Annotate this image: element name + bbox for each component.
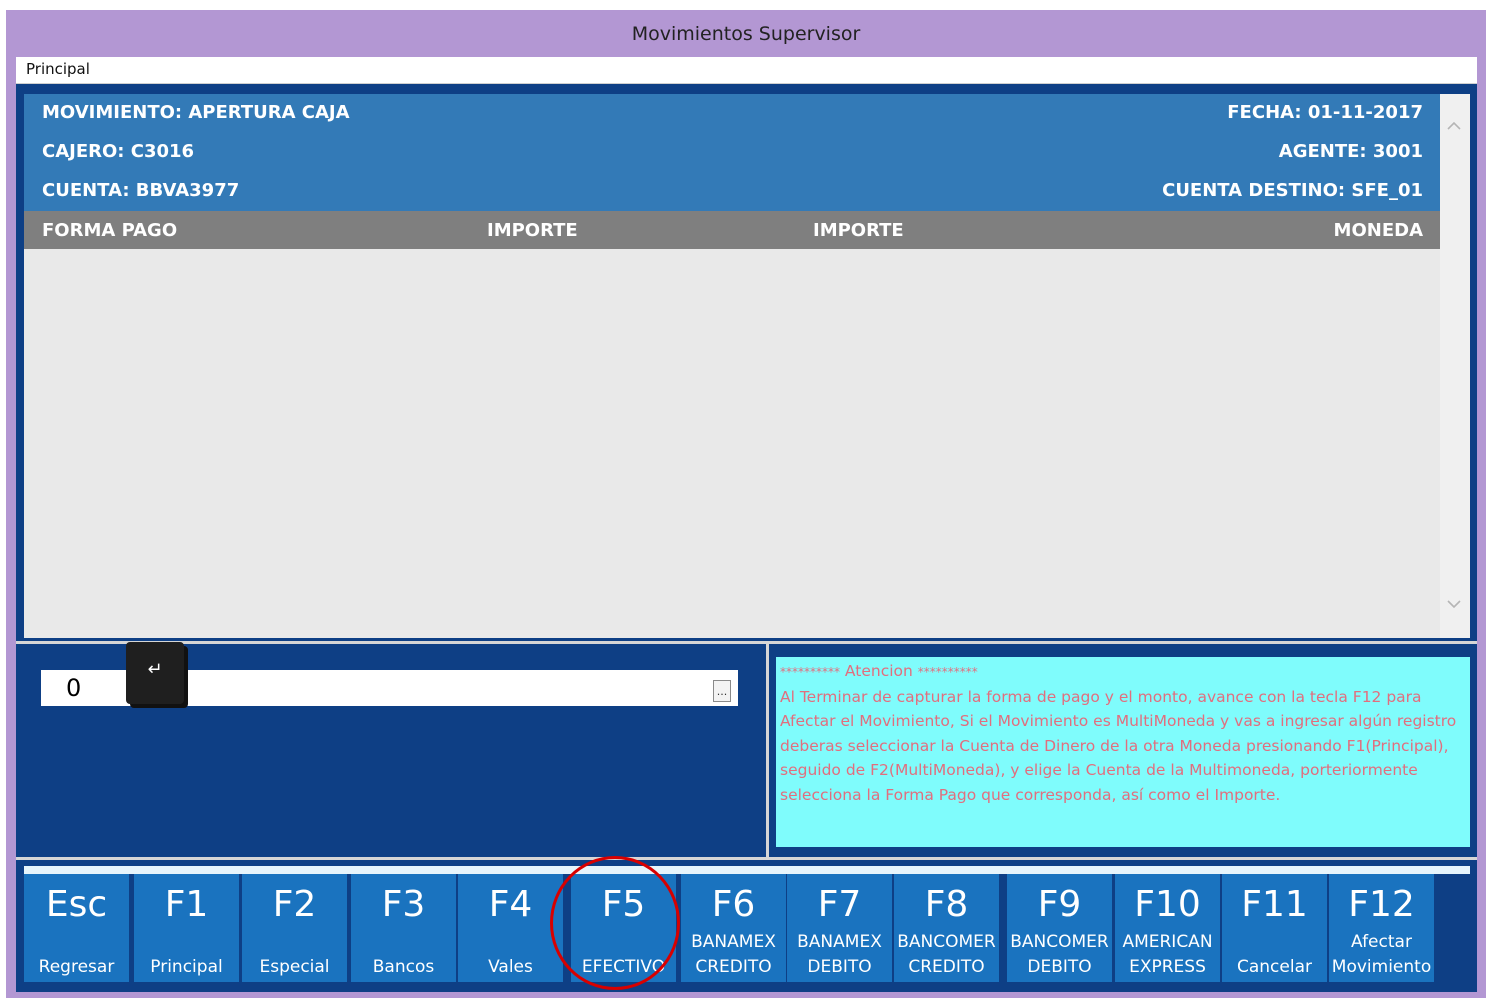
esc-regresar-button[interactable]: Esc Regresar xyxy=(24,874,129,982)
movimiento-label: MOVIMIENTO: APERTURA CAJA xyxy=(42,102,350,123)
function-keys-strip xyxy=(24,866,1470,874)
column-forma-pago[interactable]: FORMA PAGO xyxy=(42,220,177,241)
function-keys-bar: Esc Regresar F1 Principal F2 Especial F3… xyxy=(24,874,1470,992)
column-importe-2[interactable]: IMPORTE xyxy=(813,220,904,241)
f2-especial-button[interactable]: F2 Especial xyxy=(242,874,347,982)
scroll-up-icon[interactable] xyxy=(1446,118,1462,134)
cuenta-label: CUENTA: BBVA3977 xyxy=(42,180,240,201)
agente-label: AGENTE: 3001 xyxy=(1278,141,1423,162)
movement-grid: MOVIMIENTO: APERTURA CAJA FECHA: 01-11-2… xyxy=(24,94,1470,638)
f4-vales-button[interactable]: F4 Vales xyxy=(458,874,563,982)
menu-item-principal[interactable]: Principal xyxy=(26,60,90,78)
f3-bancos-button[interactable]: F3 Bancos xyxy=(351,874,456,982)
grid-column-headers: FORMA PAGO IMPORTE IMPORTE MONEDA xyxy=(24,211,1440,249)
f6-banamex-credito-button[interactable]: F6 BANAMEX CREDITO xyxy=(681,874,786,982)
f1-principal-button[interactable]: F1 Principal xyxy=(134,874,239,982)
f12-afectar-movimiento-button[interactable]: F12 Afectar Movimiento xyxy=(1329,874,1434,982)
f9-bancomer-debito-button[interactable]: F9 BANCOMER DEBITO xyxy=(1007,874,1112,982)
divider xyxy=(16,641,1477,644)
ellipsis-button[interactable]: ... xyxy=(713,680,731,702)
column-moneda[interactable]: MONEDA xyxy=(1334,220,1423,241)
cuenta-destino-label: CUENTA DESTINO: SFE_01 xyxy=(1162,180,1423,201)
grid-scrollbar[interactable] xyxy=(1440,94,1470,638)
info-row-1: MOVIMIENTO: APERTURA CAJA FECHA: 01-11-2… xyxy=(24,94,1440,133)
divider xyxy=(16,857,1477,860)
enter-key-icon: ↵ xyxy=(126,642,184,704)
f10-american-express-button[interactable]: F10 AMERICAN EXPRESS xyxy=(1115,874,1220,982)
info-row-3: CUENTA: BBVA3977 CUENTA DESTINO: SFE_01 xyxy=(24,172,1440,211)
cajero-label: CAJERO: C3016 xyxy=(42,141,195,162)
scroll-down-icon[interactable] xyxy=(1446,596,1462,612)
info-row-2: CAJERO: C3016 AGENTE: 3001 xyxy=(24,133,1440,172)
f7-banamex-debito-button[interactable]: F7 BANAMEX DEBITO xyxy=(787,874,892,982)
menu-bar: Principal xyxy=(16,57,1477,84)
movement-info-header: MOVIMIENTO: APERTURA CAJA FECHA: 01-11-2… xyxy=(24,94,1440,211)
main-panel: MOVIMIENTO: APERTURA CAJA FECHA: 01-11-2… xyxy=(16,84,1477,992)
app-window: Movimientos Supervisor Principal MOVIMIE… xyxy=(6,10,1486,998)
fecha-label: FECHA: 01-11-2017 xyxy=(1227,102,1423,123)
window-title: Movimientos Supervisor xyxy=(631,23,861,45)
notice-heading: ********** Atencion ********** xyxy=(780,662,978,680)
column-importe[interactable]: IMPORTE xyxy=(487,220,578,241)
f8-bancomer-credito-button[interactable]: F8 BANCOMER CREDITO xyxy=(894,874,999,982)
divider xyxy=(766,644,769,857)
notice-body: Al Terminar de capturar la forma de pago… xyxy=(780,687,1457,804)
annotation-circle xyxy=(550,856,680,990)
attention-notice: ********** Atencion ********** Al Termin… xyxy=(776,657,1470,847)
f11-cancelar-button[interactable]: F11 Cancelar xyxy=(1222,874,1327,982)
